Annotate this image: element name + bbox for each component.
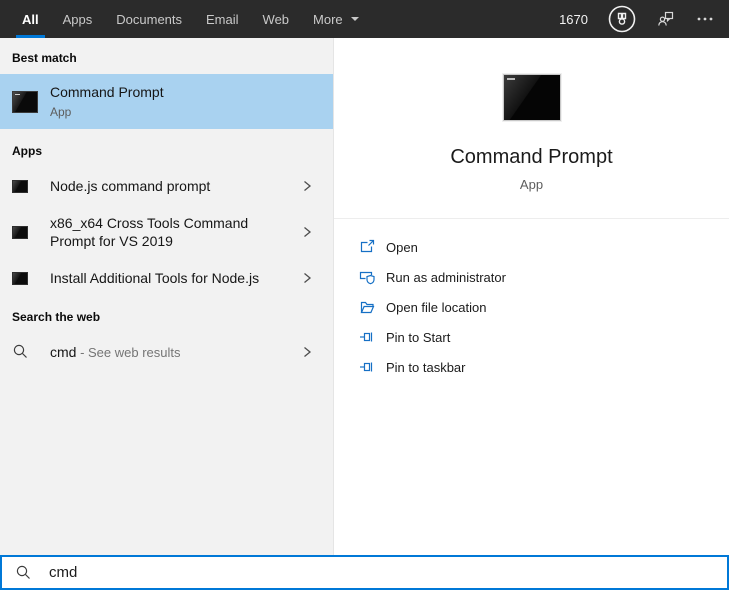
command-prompt-icon xyxy=(12,90,50,113)
action-open-file-location[interactable]: Open file location xyxy=(359,292,729,322)
result-label: x86_x64 Cross Tools Command Prompt for V… xyxy=(50,215,249,249)
action-pin-to-taskbar[interactable]: Pin to taskbar xyxy=(359,352,729,382)
terminal-icon xyxy=(12,179,50,193)
rewards-points: 1670 xyxy=(559,11,588,27)
shield-icon xyxy=(359,269,376,285)
section-search-the-web: Search the web xyxy=(12,310,101,324)
tab-email[interactable]: Email xyxy=(194,0,251,38)
search-icon xyxy=(12,343,50,360)
preview-pane: Command Prompt App Open Run as administr… xyxy=(333,38,729,557)
tab-web[interactable]: Web xyxy=(251,0,302,38)
preview-subtitle: App xyxy=(519,177,544,192)
tab-more[interactable]: More xyxy=(301,0,372,38)
best-match-title: Command Prompt xyxy=(50,84,164,100)
tab-web-label: Web xyxy=(262,11,290,27)
action-label: Pin to taskbar xyxy=(386,359,466,375)
tab-all-label: All xyxy=(22,11,39,27)
pin-icon xyxy=(359,329,376,345)
tab-documents-label: Documents xyxy=(116,11,183,27)
more-options-icon[interactable] xyxy=(695,9,715,29)
tab-all[interactable]: All xyxy=(10,0,51,38)
feedback-icon[interactable] xyxy=(656,9,676,29)
tab-email-label: Email xyxy=(206,11,239,27)
search-query-text: cmd xyxy=(49,564,78,581)
command-prompt-icon-large xyxy=(502,74,561,121)
action-label: Run as administrator xyxy=(386,269,506,285)
tab-apps-label: Apps xyxy=(62,11,93,27)
search-icon xyxy=(15,564,32,581)
action-open[interactable]: Open xyxy=(359,232,729,262)
web-query-suffix: - See web results xyxy=(76,344,181,360)
web-query: cmd xyxy=(50,343,77,360)
best-match-command-prompt[interactable]: Command Prompt App xyxy=(0,74,333,129)
section-best-match: Best match xyxy=(12,51,77,65)
chevron-right-icon[interactable] xyxy=(301,225,313,239)
folder-icon xyxy=(359,299,376,315)
preview-title: Command Prompt xyxy=(450,146,613,168)
chevron-right-icon[interactable] xyxy=(301,345,313,359)
tab-apps[interactable]: Apps xyxy=(51,0,105,38)
action-pin-to-start[interactable]: Pin to Start xyxy=(359,322,729,352)
action-label: Pin to Start xyxy=(386,329,451,345)
result-label: Node.js command prompt xyxy=(50,178,211,194)
chevron-right-icon[interactable] xyxy=(301,271,313,285)
pin-icon xyxy=(359,359,376,375)
search-filter-bar: All Apps Documents Email Web More 1670 xyxy=(0,0,729,38)
action-label: Open file location xyxy=(386,299,487,315)
app-preview-header: Command Prompt App xyxy=(334,38,729,219)
result-web-search-cmd[interactable]: cmd - See web results xyxy=(0,333,333,370)
result-install-additional-tools[interactable]: Install Additional Tools for Node.js xyxy=(0,259,333,297)
result-nodejs-command-prompt[interactable]: Node.js command prompt xyxy=(0,167,333,205)
terminal-icon xyxy=(12,271,50,285)
result-label: Install Additional Tools for Node.js xyxy=(50,270,260,286)
tab-more-label: More xyxy=(313,11,343,27)
best-match-subtitle: App xyxy=(50,105,72,119)
taskbar-search-input[interactable]: cmd xyxy=(0,555,729,590)
section-apps: Apps xyxy=(12,144,42,158)
action-list: Open Run as administrator Open file loca… xyxy=(334,219,729,382)
search-results-pane: Best match Command Prompt App Apps Node.… xyxy=(0,38,333,557)
result-x86-x64-cross-tools[interactable]: x86_x64 Cross Tools Command Prompt for V… xyxy=(0,205,333,259)
chevron-right-icon[interactable] xyxy=(301,179,313,193)
tab-documents[interactable]: Documents xyxy=(104,0,194,38)
terminal-icon xyxy=(12,225,50,239)
action-label: Open xyxy=(386,239,418,255)
action-run-as-administrator[interactable]: Run as administrator xyxy=(359,262,729,292)
open-icon xyxy=(359,239,376,255)
chevron-down-icon xyxy=(350,16,360,22)
rewards-medal-icon[interactable] xyxy=(607,4,637,34)
